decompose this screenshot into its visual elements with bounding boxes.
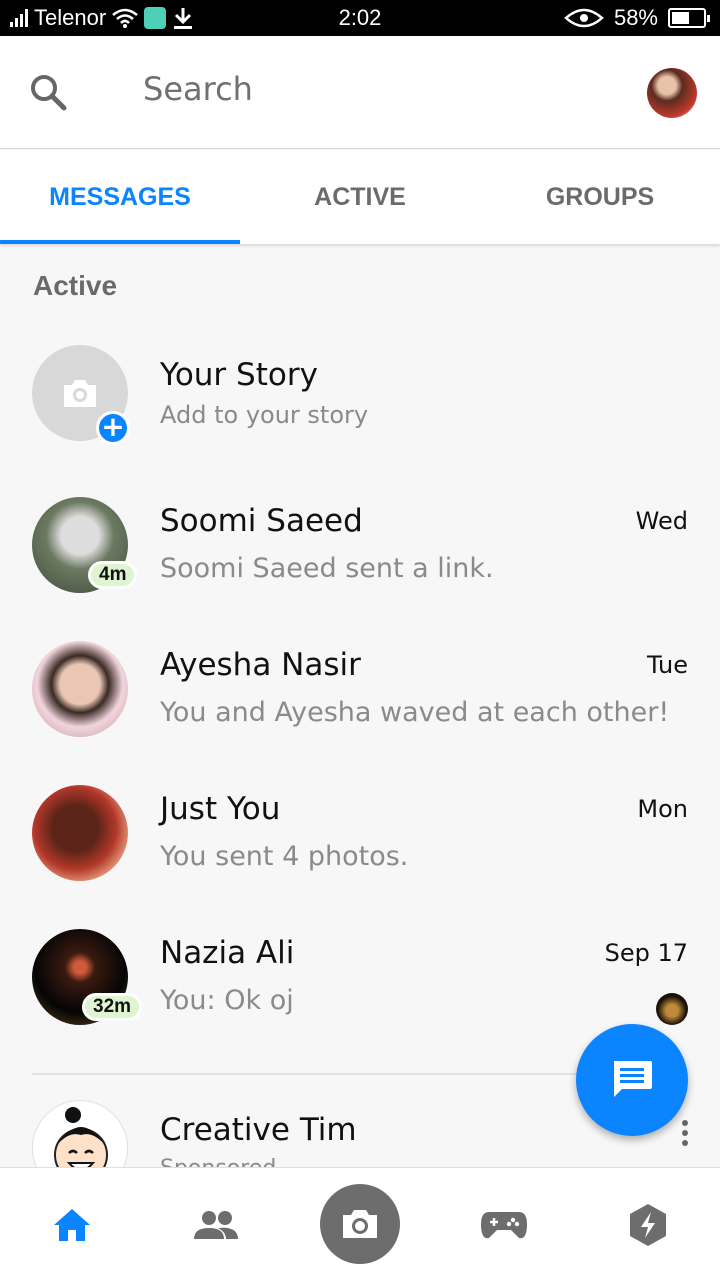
battery-percent: 58%: [613, 5, 658, 30]
eye-icon: [564, 8, 604, 28]
message-time: Wed: [635, 507, 688, 535]
nav-games[interactable]: [454, 1168, 554, 1280]
compose-message-icon: [614, 1061, 652, 1097]
search-input[interactable]: Search: [143, 70, 253, 108]
contact-name: Ayesha Nasir: [160, 647, 361, 683]
contact-name: Soomi Saeed: [160, 503, 363, 539]
search-header: Search: [0, 36, 720, 149]
new-message-button[interactable]: [576, 1024, 688, 1136]
games-icon: [481, 1211, 527, 1238]
camera-button[interactable]: [320, 1184, 400, 1264]
bottom-navigation: [0, 1167, 720, 1280]
message-time: Mon: [637, 795, 688, 823]
profile-avatar[interactable]: [647, 68, 697, 118]
message-time: Sep 17: [604, 939, 688, 967]
camera-icon: [64, 380, 96, 407]
message-snippet: You sent 4 photos.: [160, 841, 409, 872]
add-story-icon[interactable]: +: [96, 411, 130, 445]
nav-discover[interactable]: [598, 1168, 698, 1280]
message-snippet: Soomi Saeed sent a link.: [160, 553, 494, 584]
conversation-row[interactable]: Just You You sent 4 photos. Mon: [0, 785, 720, 915]
status-bar: Telenor 2:02 58%: [0, 0, 720, 36]
camera-icon: [343, 1210, 377, 1238]
story-subtitle: Add to your story: [160, 401, 369, 429]
message-snippet: You and Ayesha waved at each other!: [160, 697, 670, 728]
conversation-row[interactable]: Ayesha Nasir You and Ayesha waved at eac…: [0, 641, 720, 771]
active-time-badge: 4m: [88, 561, 138, 589]
message-time: Tue: [647, 651, 688, 679]
tab-groups[interactable]: GROUPS: [480, 150, 720, 244]
contact-name: Nazia Ali: [160, 935, 295, 971]
your-story-row[interactable]: + Your Story Add to your story: [0, 345, 720, 475]
conversation-row[interactable]: 4m Soomi Saeed Soomi Saeed sent a link. …: [0, 497, 720, 627]
more-options-icon[interactable]: [682, 1120, 690, 1146]
tab-bar: MESSAGES ACTIVE GROUPS: [0, 150, 720, 244]
section-title: Active: [33, 270, 118, 301]
home-icon: [54, 1208, 90, 1241]
nav-people[interactable]: [166, 1168, 266, 1280]
message-snippet: You: Ok oj: [160, 985, 294, 1016]
contact-avatar: [32, 641, 128, 737]
tab-messages[interactable]: MESSAGES: [0, 150, 240, 244]
sponsor-name: Creative Tim: [160, 1112, 357, 1148]
active-time-badge: 32m: [82, 993, 143, 1021]
search-icon[interactable]: [28, 72, 68, 112]
contact-avatar: [32, 785, 128, 881]
contact-name: Just You: [160, 791, 281, 827]
tab-active[interactable]: ACTIVE: [240, 150, 480, 244]
discover-icon: [630, 1203, 666, 1246]
people-icon: [194, 1210, 238, 1239]
seen-indicator-avatar: [656, 993, 688, 1025]
nav-home[interactable]: [22, 1168, 122, 1280]
story-title: Your Story: [160, 357, 318, 393]
battery-icon: [668, 8, 710, 28]
